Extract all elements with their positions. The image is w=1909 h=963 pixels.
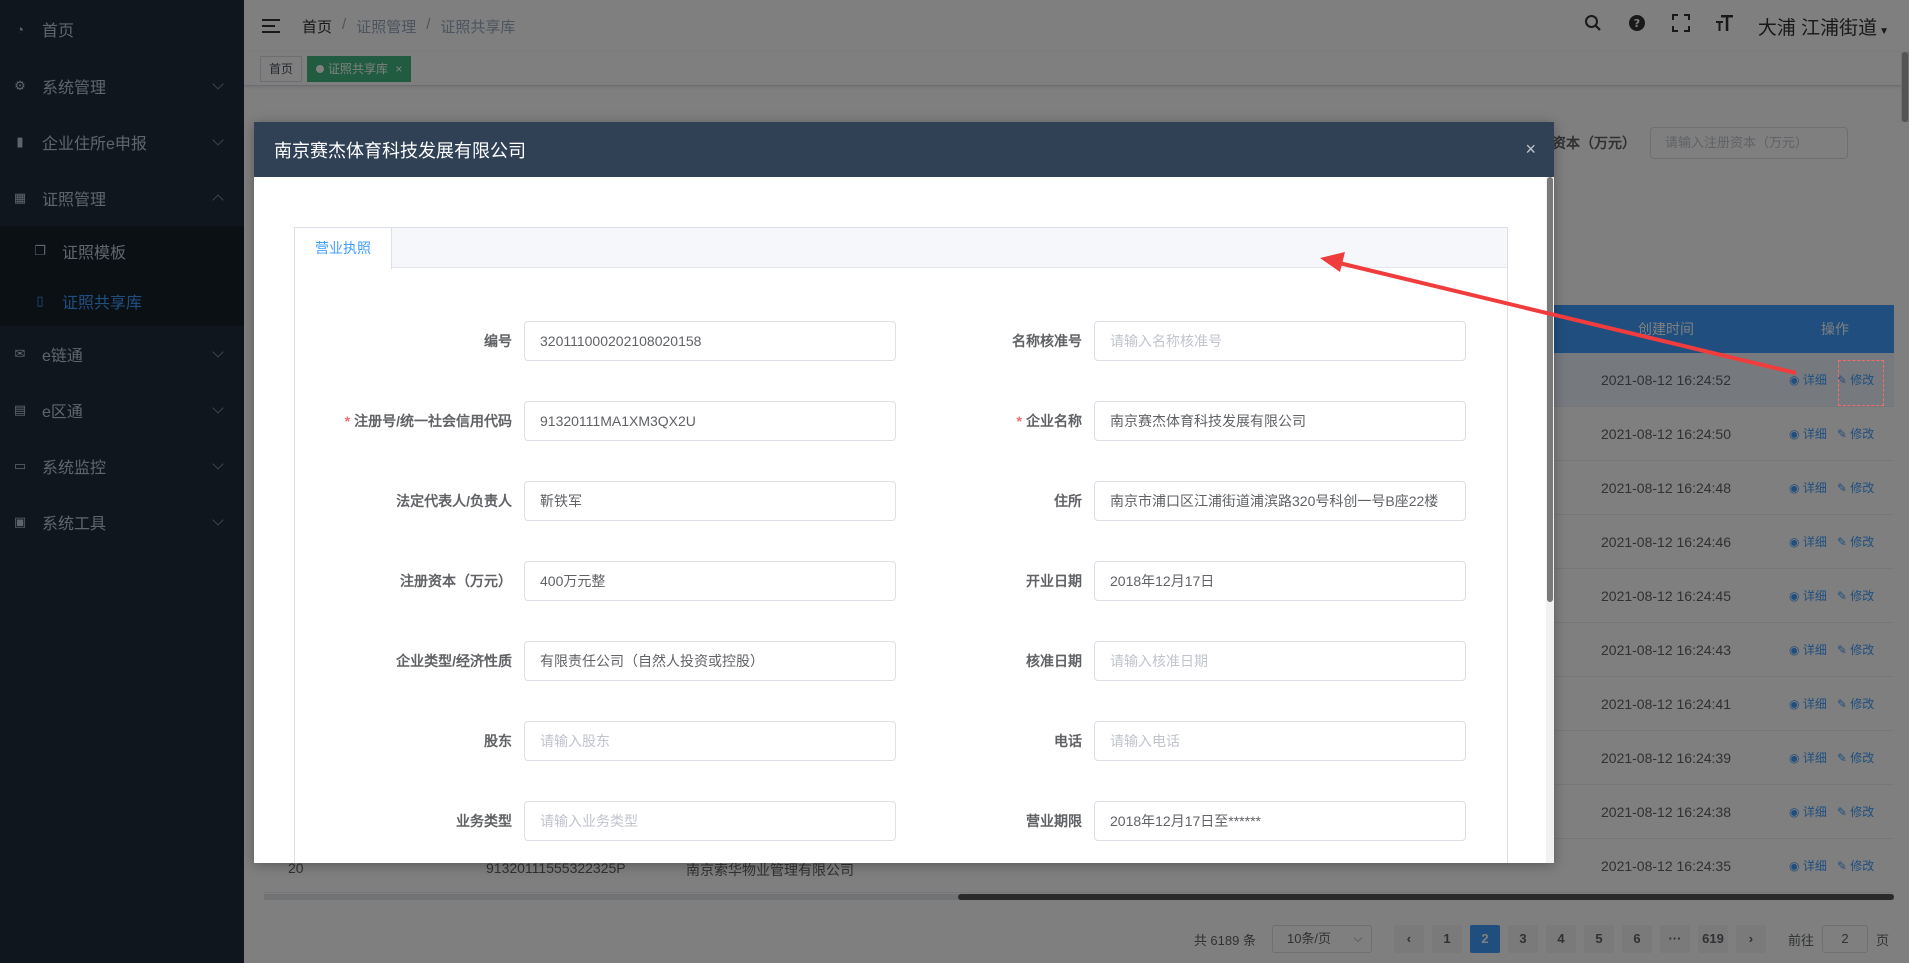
form-label-text: 电话 xyxy=(1054,733,1082,749)
form-label: 电话 xyxy=(954,731,1094,751)
dialog-header: 南京赛杰体育科技发展有限公司 × xyxy=(254,122,1554,177)
form-label: * 注册号/统一社会信用代码 xyxy=(254,411,524,431)
form-row: 法定代表人/负责人 靳铁军 xyxy=(254,481,896,521)
form-label-text: 名称核准号 xyxy=(1012,333,1082,349)
form-input[interactable]: 靳铁军 xyxy=(524,481,896,521)
form-label-text: 业务类型 xyxy=(456,813,512,829)
form-label: 股东 xyxy=(254,731,524,751)
close-icon[interactable]: × xyxy=(1525,139,1536,160)
form-input[interactable]: 请输入电话 xyxy=(1094,721,1466,761)
form-row: 名称核准号 请输入名称核准号 xyxy=(954,321,1466,361)
form-label: * 企业名称 xyxy=(954,411,1094,431)
form-input[interactable]: 有限责任公司（自然人投资或控股） xyxy=(524,641,896,681)
form-input[interactable]: 南京赛杰体育科技发展有限公司 xyxy=(1094,401,1466,441)
form-row: 编号 320111000202108020158 xyxy=(254,321,896,361)
form-label: 住所 xyxy=(954,491,1094,511)
form-label-text: 法定代表人/负责人 xyxy=(396,493,512,509)
form-label: 企业类型/经济性质 xyxy=(254,651,524,671)
form-row: * 注册号/统一社会信用代码 91320111MA1XM3QX2U xyxy=(254,401,896,441)
form-label: 编号 xyxy=(254,331,524,351)
form-label: 营业期限 xyxy=(954,811,1094,831)
form-label-text: 营业期限 xyxy=(1026,813,1082,829)
form-input[interactable]: 请输入名称核准号 xyxy=(1094,321,1466,361)
form-row: 注册资本（万元） 400万元整 xyxy=(254,561,896,601)
form-label-text: 住所 xyxy=(1054,493,1082,509)
form-label-text: 开业日期 xyxy=(1026,573,1082,589)
form-input[interactable]: 2018年12月17日 xyxy=(1094,561,1466,601)
form-label-text: 注册资本（万元） xyxy=(400,573,512,589)
form-label-text: 核准日期 xyxy=(1026,653,1082,669)
form-row: 企业类型/经济性质 有限责任公司（自然人投资或控股） xyxy=(254,641,896,681)
form-label: 名称核准号 xyxy=(954,331,1094,351)
form-row: 开业日期 2018年12月17日 xyxy=(954,561,1466,601)
form-row: 核准日期 请输入核准日期 xyxy=(954,641,1466,681)
form-input[interactable]: 320111000202108020158 xyxy=(524,321,896,361)
form-label: 注册资本（万元） xyxy=(254,571,524,591)
form-label-text: 注册号/统一社会信用代码 xyxy=(354,413,512,429)
form-input[interactable]: 2018年12月17日至****** xyxy=(1094,801,1466,841)
required-mark: * xyxy=(1016,413,1022,429)
form-row: 电话 请输入电话 xyxy=(954,721,1466,761)
form-label-text: 企业名称 xyxy=(1026,413,1082,429)
form-row: * 企业名称 南京赛杰体育科技发展有限公司 xyxy=(954,401,1466,441)
form-input[interactable]: 南京市浦口区江浦街道浦滨路320号科创一号B座22楼 xyxy=(1094,481,1466,521)
dialog-scrollbar[interactable] xyxy=(1546,177,1554,863)
form-label-text: 股东 xyxy=(484,733,512,749)
tabs-header: 营业执照 xyxy=(295,228,1507,269)
form-row: 业务类型 请输入业务类型 xyxy=(254,801,896,841)
form-label-text: 编号 xyxy=(484,333,512,349)
annotation-highlight-box xyxy=(1838,360,1884,406)
form-input[interactable]: 请输入业务类型 xyxy=(524,801,896,841)
dialog-title: 南京赛杰体育科技发展有限公司 xyxy=(274,140,526,161)
license-dialog: 南京赛杰体育科技发展有限公司 × 营业执照 编号 3201110002021080… xyxy=(254,122,1554,863)
form-label-text: 企业类型/经济性质 xyxy=(396,653,512,669)
form-row: 股东 请输入股东 xyxy=(254,721,896,761)
form-label: 业务类型 xyxy=(254,811,524,831)
required-mark: * xyxy=(344,413,351,429)
form-row: 住所 南京市浦口区江浦街道浦滨路320号科创一号B座22楼 xyxy=(954,481,1466,521)
tab-business-license[interactable]: 营业执照 xyxy=(295,228,392,269)
form-row: 营业期限 2018年12月17日至****** xyxy=(954,801,1466,841)
form-input[interactable]: 请输入核准日期 xyxy=(1094,641,1466,681)
form-input[interactable]: 91320111MA1XM3QX2U xyxy=(524,401,896,441)
dialog-body: 营业执照 编号 320111000202108020158 * 注册号/统一社会信用代… xyxy=(254,177,1554,863)
form-label: 核准日期 xyxy=(954,651,1094,671)
form-label: 法定代表人/负责人 xyxy=(254,491,524,511)
form-label: 开业日期 xyxy=(954,571,1094,591)
form-input[interactable]: 请输入股东 xyxy=(524,721,896,761)
form-input[interactable]: 400万元整 xyxy=(524,561,896,601)
